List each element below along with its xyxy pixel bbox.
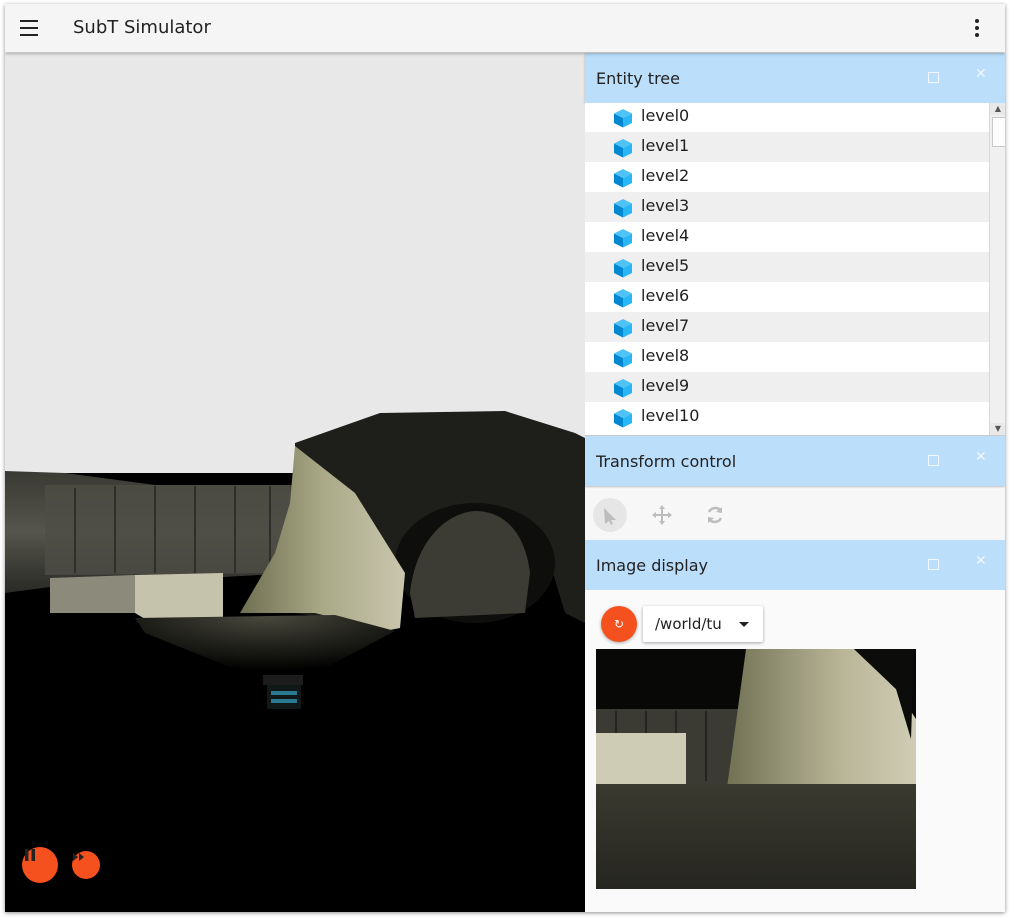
- select-tool-button[interactable]: [593, 498, 627, 532]
- model-cube-icon: [614, 139, 632, 158]
- entity-tree-item-label: level6: [641, 286, 690, 305]
- image-display-header: Image display ✕: [585, 540, 1005, 590]
- translate-tool-button[interactable]: [645, 498, 679, 532]
- image-display-title: Image display: [596, 556, 709, 575]
- entity-tree-title: Entity tree: [596, 69, 680, 88]
- transform-control-header: Transform control ✕: [585, 436, 1005, 486]
- maximize-icon[interactable]: [928, 559, 939, 570]
- entity-tree-item[interactable]: level6: [585, 282, 989, 312]
- dropdown-arrow-icon: [739, 622, 749, 627]
- entity-tree-item[interactable]: level3: [585, 192, 989, 222]
- app-window: SubT Simulator Entity tree ✕ level0 leve…: [5, 4, 1005, 912]
- select-arrow-icon: [604, 508, 616, 525]
- scene-3d-viewport[interactable]: [5, 53, 585, 912]
- model-cube-icon: [614, 349, 632, 368]
- rotate-icon: [707, 506, 723, 524]
- model-cube-icon: [614, 229, 632, 248]
- entity-tree-item-label: level8: [641, 346, 690, 365]
- entity-tree-item-label: level9: [641, 376, 690, 395]
- entity-tree-item-label: level2: [641, 166, 690, 185]
- entity-tree-item-label: level1: [641, 136, 690, 155]
- model-cube-icon: [614, 109, 632, 128]
- entity-tree-item[interactable]: level8: [585, 342, 989, 372]
- entity-tree-item[interactable]: level1: [585, 132, 989, 162]
- model-cube-icon: [614, 169, 632, 188]
- model-cube-icon: [614, 319, 632, 338]
- more-vert-icon[interactable]: [967, 16, 987, 40]
- pause-button[interactable]: [22, 847, 58, 883]
- close-icon[interactable]: ✕: [975, 449, 987, 465]
- camera-image-render: [596, 649, 916, 889]
- entity-tree-item[interactable]: level0: [585, 103, 989, 132]
- hamburger-menu-icon[interactable]: [17, 16, 43, 40]
- entity-tree-scrollbar[interactable]: ▲ ▼: [989, 103, 1005, 435]
- scroll-up-arrow-icon[interactable]: ▲: [990, 103, 1005, 115]
- maximize-icon[interactable]: [928, 72, 939, 83]
- camera-image: [596, 649, 916, 889]
- close-icon[interactable]: ✕: [975, 553, 987, 569]
- model-cube-icon: [614, 259, 632, 278]
- model-cube-icon: [614, 199, 632, 218]
- rotate-tool-button[interactable]: [698, 498, 732, 532]
- entity-tree-item-label: level10: [641, 406, 700, 425]
- entity-tree-item-label: level7: [641, 316, 690, 335]
- pause-icon: [25, 849, 35, 861]
- entity-tree-item[interactable]: level2: [585, 162, 989, 192]
- model-cube-icon: [614, 409, 632, 428]
- refresh-button[interactable]: ↻: [601, 606, 637, 642]
- topic-value: /world/tu: [655, 615, 722, 633]
- entity-tree-list: level0 level1 level2 level3 level4 level5 leve…: [585, 103, 1005, 436]
- scene-render: [5, 53, 585, 912]
- model-cube-icon: [614, 379, 632, 398]
- image-display-body: ↻ /world/tu: [585, 590, 1005, 912]
- entity-tree-item[interactable]: level4: [585, 222, 989, 252]
- transform-control-toolbar: [585, 490, 1005, 539]
- entity-tree-header: Entity tree ✕: [585, 53, 1005, 103]
- entity-tree-item[interactable]: level5: [585, 252, 989, 282]
- model-cube-icon: [614, 289, 632, 308]
- transform-control-title: Transform control: [596, 452, 737, 471]
- scroll-down-arrow-icon[interactable]: ▼: [990, 423, 1005, 435]
- entity-tree-item[interactable]: level7: [585, 312, 989, 342]
- step-forward-button[interactable]: [72, 851, 100, 879]
- translate-move-icon: [652, 505, 672, 525]
- topic-dropdown[interactable]: /world/tu: [643, 606, 763, 642]
- entity-tree-item[interactable]: level9: [585, 372, 989, 402]
- app-bar: SubT Simulator: [5, 4, 1005, 52]
- right-dock: Entity tree ✕ level0 level1 level2 level3 le…: [585, 53, 1005, 912]
- app-title: SubT Simulator: [73, 17, 211, 38]
- entity-tree-item-label: level4: [641, 226, 690, 245]
- entity-tree-item-label: level0: [641, 106, 690, 125]
- maximize-icon[interactable]: [928, 455, 939, 466]
- entity-tree-item-label: level3: [641, 196, 690, 215]
- fast-forward-icon: [73, 853, 84, 861]
- scrollbar-thumb[interactable]: [992, 117, 1005, 147]
- entity-tree-item-label: level5: [641, 256, 690, 275]
- entity-tree-item[interactable]: level10: [585, 402, 989, 432]
- close-icon[interactable]: ✕: [975, 66, 987, 82]
